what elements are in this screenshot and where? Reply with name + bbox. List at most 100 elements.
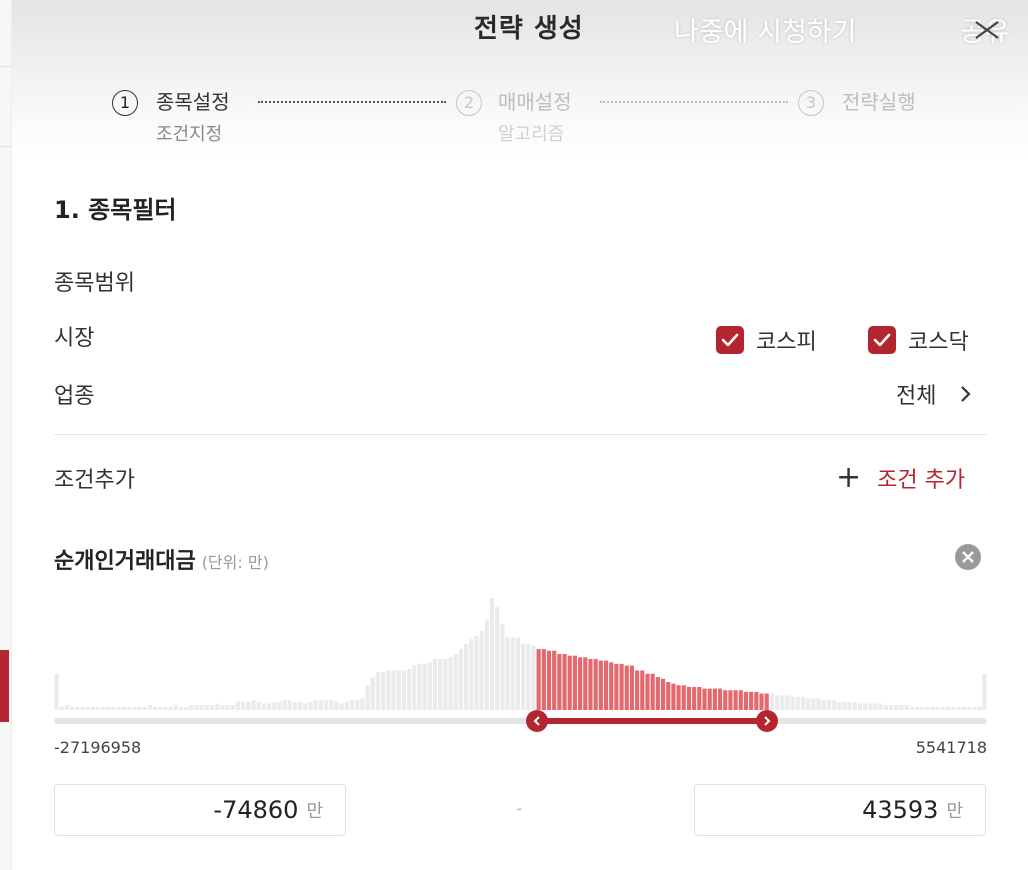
histogram-bar xyxy=(816,698,821,710)
range-slider-track[interactable] xyxy=(54,718,987,724)
histogram-bar xyxy=(489,598,495,710)
industry-value[interactable]: 전체 xyxy=(896,378,936,410)
histogram-bar xyxy=(738,690,743,710)
histogram-bar xyxy=(438,658,443,710)
divider xyxy=(54,434,987,435)
histogram-bar xyxy=(660,678,666,710)
range-max-input[interactable]: 43593 만 xyxy=(694,784,986,836)
histogram-bar xyxy=(339,703,344,710)
histogram-bar xyxy=(774,695,780,710)
histogram-bar xyxy=(842,701,847,710)
histogram-bar xyxy=(557,654,562,710)
histogram-bar xyxy=(583,657,588,710)
range-max-unit: 만 xyxy=(946,801,963,822)
histogram-bar xyxy=(370,677,375,710)
histogram-bar xyxy=(645,673,650,710)
histogram-bar xyxy=(448,657,453,710)
step-2-label[interactable]: 매매설정 xyxy=(498,86,572,115)
histogram-bar xyxy=(873,703,878,710)
histogram-bar xyxy=(90,706,95,710)
histogram-bar xyxy=(914,706,920,710)
range-min-input[interactable]: -74860 만 xyxy=(54,784,346,836)
histogram-bar xyxy=(443,658,448,710)
histogram-bar xyxy=(811,698,816,710)
histogram-bar xyxy=(495,606,500,710)
chevron-right-icon[interactable] xyxy=(956,382,976,406)
left-panel-line xyxy=(0,66,12,67)
scope-label: 종목범위 xyxy=(54,271,135,296)
check-icon xyxy=(716,326,744,354)
histogram-bar xyxy=(521,644,526,710)
checkbox-kosdaq[interactable]: 코스닥 xyxy=(868,324,969,356)
range-min-value: -74860 xyxy=(213,796,299,824)
histogram-bar xyxy=(111,706,116,710)
histogram-bar xyxy=(821,700,826,710)
histogram-bar xyxy=(267,703,272,710)
histogram-bar xyxy=(795,696,800,710)
watch-later-button[interactable]: 나중에 시청하기 xyxy=(674,10,856,49)
filter-unit-note: (단위: 만) xyxy=(201,553,269,572)
histogram-bar xyxy=(806,698,811,710)
histogram-bar xyxy=(158,706,163,710)
histogram-bar xyxy=(215,703,220,710)
histogram-bar xyxy=(728,690,733,710)
histogram-bar xyxy=(168,706,173,710)
axis-min-label: -27196958 xyxy=(54,738,142,757)
histogram-bar xyxy=(173,705,178,710)
histogram-bar xyxy=(80,706,85,710)
histogram-bar xyxy=(878,703,883,710)
remove-filter-icon[interactable] xyxy=(954,543,982,571)
market-label: 시장 xyxy=(54,326,95,351)
histogram-chart xyxy=(54,598,987,710)
histogram-bar xyxy=(251,700,256,710)
histogram-bar xyxy=(375,672,381,710)
histogram-bar xyxy=(982,673,987,710)
histogram-bar xyxy=(381,672,386,710)
step-3-label[interactable]: 전략실행 xyxy=(842,86,916,115)
step-2-number: 2 xyxy=(456,90,482,116)
histogram-bar xyxy=(422,663,427,710)
range-slider-min-handle[interactable] xyxy=(526,710,549,732)
histogram-bar xyxy=(629,665,635,710)
filter-name: 순개인거래대금 (단위: 만) xyxy=(54,543,269,575)
histogram-bar xyxy=(567,655,572,710)
histogram-bar xyxy=(692,686,697,710)
histogram-bar xyxy=(349,700,355,710)
histogram-bar xyxy=(546,650,552,710)
histogram-bar xyxy=(453,654,458,710)
close-icon[interactable] xyxy=(972,18,1002,42)
step-connector xyxy=(600,101,788,103)
step-3-number: 3 xyxy=(798,90,824,116)
histogram-bar xyxy=(500,624,505,710)
histogram-bar xyxy=(572,655,578,710)
histogram-bar xyxy=(142,706,147,710)
range-min-unit: 만 xyxy=(306,801,323,822)
histogram-bar xyxy=(593,658,598,710)
histogram-bar xyxy=(800,696,806,710)
histogram-bar xyxy=(790,696,795,710)
range-slider-max-handle[interactable] xyxy=(755,710,778,732)
histogram-bar xyxy=(163,706,168,710)
histogram-bar xyxy=(769,693,774,710)
histogram-bar xyxy=(308,701,313,710)
histogram-bar xyxy=(184,706,189,710)
checkbox-kospi[interactable]: 코스피 xyxy=(716,324,817,356)
histogram-bar xyxy=(75,706,80,710)
histogram-bar xyxy=(655,677,660,710)
histogram-bar xyxy=(562,654,567,710)
histogram-bar xyxy=(106,706,111,710)
histogram-bar xyxy=(743,691,749,710)
histogram-bar xyxy=(785,695,790,710)
histogram-bar xyxy=(474,635,479,710)
step-1-label[interactable]: 종목설정 xyxy=(156,86,230,115)
histogram-bar xyxy=(603,660,609,710)
histogram-bar xyxy=(241,701,246,710)
histogram-bar xyxy=(427,662,432,710)
chevron-right-icon xyxy=(764,716,771,726)
histogram-bar xyxy=(894,705,899,710)
histogram-bar xyxy=(386,670,391,710)
range-separator: - xyxy=(516,798,523,819)
add-condition-button[interactable]: + 조건 추가 xyxy=(836,462,965,494)
histogram-bar xyxy=(697,686,702,710)
histogram-bar xyxy=(479,630,484,710)
